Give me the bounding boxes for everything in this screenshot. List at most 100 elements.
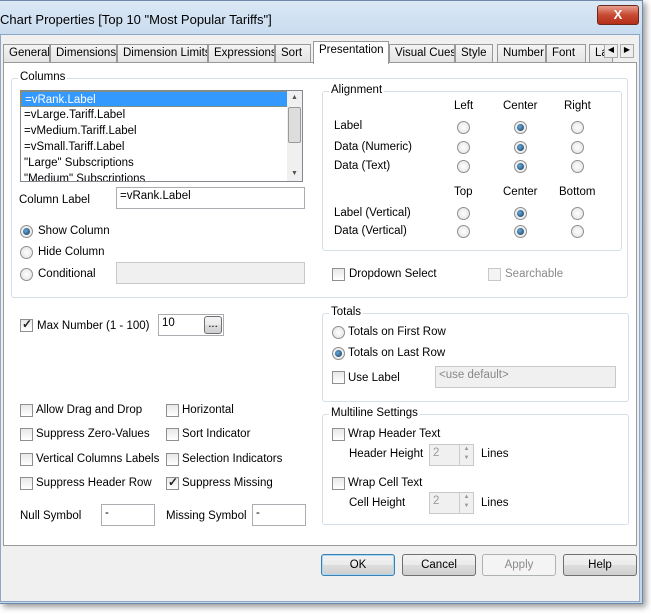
align-row-data-vertical: Data (Vertical) [334,225,407,237]
list-item[interactable]: "Large" Subscriptions [21,155,288,171]
header-lines-label: Lines [481,448,509,460]
show-column-label: Show Column [38,225,110,237]
presentation-panel: Columns =vRank.Label =vLarge.Tariff.Labe… [3,62,637,546]
tab-visual-cues[interactable]: Visual Cues [389,44,455,63]
suppress-header-checkbox[interactable] [20,477,33,490]
selection-indicators-label: Selection Indicators [182,453,283,465]
totals-first-radio[interactable] [332,326,345,339]
vlabel-top-radio[interactable] [457,207,470,220]
totals-first-label: Totals on First Row [348,326,446,338]
cell-lines-label: Lines [481,497,509,509]
numeric-right-radio[interactable] [571,141,584,154]
totals-last-radio[interactable] [332,347,345,360]
scroll-right-icon[interactable]: ▶ [620,44,634,58]
allow-drag-label: Allow Drag and Drop [36,404,143,416]
vdata-bottom-radio[interactable] [571,225,584,238]
dropdown-select-checkbox[interactable] [332,268,345,281]
column-label-label: Column Label [19,194,90,206]
vlabel-center-radio[interactable] [514,207,527,220]
header-height-stepper[interactable]: 2 ▲ ▼ [429,444,474,466]
conditional-label: Conditional [38,268,96,280]
suppress-missing-label: Suppress Missing [182,477,273,489]
ok-button[interactable]: OK [321,554,395,576]
align-top-header: Top [454,186,473,198]
apply-button[interactable]: Apply [482,554,556,576]
list-item[interactable]: "Medium" Subscriptions [21,171,288,181]
header-height-label: Header Height [349,448,424,460]
header-height-value: 2 [433,447,440,459]
conditional-input[interactable] [116,262,305,284]
cell-height-stepper[interactable]: 2 ▲ ▼ [429,492,474,514]
text-center-radio[interactable] [514,160,527,173]
align-row-text: Data (Text) [334,160,391,172]
scroll-left-icon[interactable]: ◀ [604,44,618,58]
text-left-radio[interactable] [457,160,470,173]
cancel-button[interactable]: Cancel [402,554,476,576]
columns-list[interactable]: =vRank.Label =vLarge.Tariff.Label =vMedi… [20,90,303,182]
max-number-label: Max Number (1 - 100) [37,320,150,332]
help-button[interactable]: Help [563,554,637,576]
numeric-center-radio[interactable] [514,141,527,154]
list-scrollbar[interactable]: ▲ ▼ [287,91,302,181]
label-center-radio[interactable] [514,121,527,134]
null-symbol-input[interactable]: - [101,504,155,526]
searchable-label: Searchable [505,268,564,280]
list-item[interactable]: =vLarge.Tariff.Label [21,107,288,123]
max-number-browse-button[interactable]: ... [204,316,222,334]
vlabel-bottom-radio[interactable] [571,207,584,220]
tab-scroll: ◀ ▶ [604,44,636,58]
spinner-arrows-icon[interactable]: ▲ ▼ [459,493,473,513]
list-item[interactable]: =vRank.Label [21,91,288,107]
suppress-zero-checkbox[interactable] [20,428,33,441]
hide-column-label: Hide Column [38,246,105,258]
suppress-missing-checkbox[interactable] [166,475,179,490]
sort-indicator-checkbox[interactable] [166,428,179,441]
numeric-left-radio[interactable] [457,141,470,154]
tab-presentation[interactable]: Presentation [313,41,389,64]
tab-expressions[interactable]: Expressions [208,44,275,63]
label-left-radio[interactable] [457,121,470,134]
null-symbol-label: Null Symbol [20,510,82,522]
show-column-radio[interactable] [20,225,33,238]
vertical-labels-checkbox[interactable] [20,453,33,466]
wrap-cell-checkbox[interactable] [332,477,345,490]
tab-dimensions[interactable]: Dimensions [50,44,117,63]
horizontal-checkbox[interactable] [166,404,179,417]
cell-height-label: Cell Height [349,497,406,509]
selection-indicators-checkbox[interactable] [166,453,179,466]
tab-general[interactable]: General [3,44,50,63]
align-left-header: Left [454,100,474,112]
tab-sort[interactable]: Sort [275,44,311,63]
tab-font[interactable]: Font [546,44,586,63]
searchable-checkbox[interactable] [488,268,501,281]
alignment-group-label: Alignment [329,84,385,96]
align-row-label: Label [334,120,363,132]
dropdown-select-label: Dropdown Select [349,268,437,280]
column-label-input[interactable]: =vRank.Label [116,187,305,209]
close-button[interactable]: X [597,5,639,25]
tab-number[interactable]: Number [497,44,546,63]
align-bottom-header: Bottom [559,186,596,198]
hide-column-radio[interactable] [20,246,33,259]
label-right-radio[interactable] [571,121,584,134]
text-right-radio[interactable] [571,160,584,173]
missing-symbol-input[interactable]: - [252,504,306,526]
wrap-cell-label: Wrap Cell Text [348,477,423,489]
vdata-center-radio[interactable] [514,225,527,238]
list-item[interactable]: =vMedium.Tariff.Label [21,123,288,139]
conditional-radio[interactable] [20,268,33,281]
use-label-input[interactable]: <use default> [435,366,616,388]
window-title: Chart Properties [Top 10 "Most Popular T… [0,12,272,27]
tab-style[interactable]: Style [455,44,493,63]
spinner-arrows-icon[interactable]: ▲ ▼ [459,445,473,465]
allow-drag-checkbox[interactable] [20,404,33,417]
vdata-top-radio[interactable] [457,225,470,238]
suppress-header-label: Suppress Header Row [36,477,152,489]
use-label-checkbox[interactable] [332,371,345,384]
max-number-checkbox[interactable] [20,317,33,332]
tab-dimension-limits[interactable]: Dimension Limits [117,44,208,63]
totals-group-label: Totals [329,306,364,318]
list-item[interactable]: =vSmall.Tariff.Label [21,139,288,155]
columns-group-label: Columns [18,71,68,83]
wrap-header-checkbox[interactable] [332,428,345,441]
